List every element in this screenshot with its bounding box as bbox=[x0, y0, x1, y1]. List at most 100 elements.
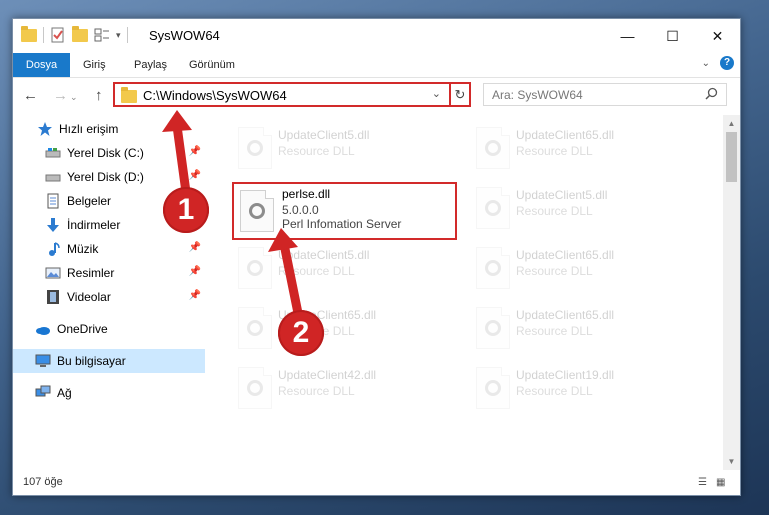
list-item[interactable]: UpdateClient5.dll Resource DLL bbox=[466, 181, 696, 231]
file-type: Resource DLL bbox=[516, 324, 593, 338]
pin-icon: 📌 bbox=[188, 290, 201, 301]
search-input[interactable]: Ara: SysWOW64 bbox=[483, 83, 727, 106]
sidebar-item-network[interactable]: Ağ bbox=[13, 381, 205, 405]
sidebar-item-disk-d[interactable]: Yerel Disk (D:) 📌 bbox=[13, 165, 205, 189]
toolbar-divider bbox=[126, 27, 128, 43]
list-item[interactable]: UpdateClient19.dll Resource DLL bbox=[466, 361, 696, 411]
dll-file-icon bbox=[238, 127, 272, 169]
cloud-icon bbox=[35, 321, 51, 337]
dll-file-icon bbox=[240, 190, 274, 232]
vertical-scrollbar[interactable]: ▲ ▼ bbox=[723, 115, 740, 470]
forward-icon[interactable]: → bbox=[53, 87, 68, 104]
file-name: UpdateClient19.dll bbox=[516, 368, 615, 382]
minimize-button[interactable]: — bbox=[605, 19, 650, 53]
file-type: Resource DLL bbox=[278, 144, 355, 158]
highlighted-file[interactable]: perlse.dll 5.0.0.0 Perl Infomation Serve… bbox=[232, 182, 457, 240]
file-name: UpdateClient65.dll bbox=[516, 128, 615, 142]
file-type: Resource DLL bbox=[516, 384, 593, 398]
sidebar-item-label: Resimler bbox=[67, 266, 115, 280]
folder-icon bbox=[121, 87, 137, 103]
computer-icon bbox=[35, 353, 51, 369]
videos-icon bbox=[45, 289, 61, 305]
list-item[interactable]: UpdateClient5.dll Resource DLL bbox=[228, 241, 458, 291]
up-icon[interactable]: ↑ bbox=[95, 87, 103, 104]
file-type: Resource DLL bbox=[516, 204, 593, 218]
explorer-window: ▾ SysWOW64 — ☐ ✕ Dosya Giriş Paylaş Görü… bbox=[12, 18, 741, 496]
maximize-button[interactable]: ☐ bbox=[650, 19, 695, 53]
new-folder-icon[interactable] bbox=[72, 26, 88, 43]
address-dropdown-icon[interactable]: ⌄ bbox=[432, 87, 441, 100]
item-count: 107 öğe bbox=[23, 476, 63, 488]
list-item[interactable]: UpdateClient65.dll Resource DLL bbox=[228, 301, 458, 351]
list-item[interactable]: UpdateClient65.dll Resource DLL bbox=[466, 121, 696, 171]
close-button[interactable]: ✕ bbox=[695, 19, 740, 53]
scroll-down-icon[interactable]: ▼ bbox=[723, 453, 740, 470]
quick-access-toolbar: ▾ bbox=[21, 26, 128, 43]
navigation-bar: ← → ⌄ ↑ C:\Windows\SysWOW64 ⌄ ↻ Ara: Sys… bbox=[13, 78, 740, 114]
tab-share[interactable]: Paylaş bbox=[134, 53, 167, 77]
sidebar-item-disk-c[interactable]: Yerel Disk (C:) 📌 bbox=[13, 141, 205, 165]
sidebar-item-onedrive[interactable]: OneDrive bbox=[13, 317, 205, 341]
file-name: perlse.dll bbox=[282, 187, 331, 201]
dll-file-icon bbox=[238, 367, 272, 409]
dll-file-icon bbox=[238, 247, 272, 289]
tiles-view-icon[interactable]: ▦ bbox=[716, 477, 728, 488]
list-item[interactable]: UpdateClient42.dll Resource DLL bbox=[228, 361, 458, 411]
sidebar-item-label: Ağ bbox=[57, 386, 72, 400]
sidebar-item-videos[interactable]: Videolar 📌 bbox=[13, 285, 205, 309]
status-bar: 107 öğe ☰ ▦ bbox=[13, 471, 740, 495]
list-item[interactable]: UpdateClient5.dll Resource DLL bbox=[228, 121, 458, 171]
tab-file[interactable]: Dosya bbox=[13, 53, 70, 77]
download-icon bbox=[45, 217, 61, 233]
drive-icon bbox=[45, 145, 61, 161]
back-icon[interactable]: ← bbox=[23, 87, 38, 104]
sidebar-item-label: İndirmeler bbox=[67, 218, 121, 232]
recent-locations-icon[interactable]: ⌄ bbox=[70, 92, 78, 103]
sidebar-item-music[interactable]: Müzik 📌 bbox=[13, 237, 205, 261]
dll-file-icon bbox=[476, 247, 510, 289]
pictures-icon bbox=[45, 265, 61, 281]
file-name: UpdateClient5.dll bbox=[278, 128, 370, 142]
sidebar-item-this-pc[interactable]: Bu bilgisayar bbox=[13, 349, 205, 373]
sidebar-item-quick-access[interactable]: Hızlı erişim bbox=[13, 117, 205, 141]
address-path[interactable]: C:\Windows\SysWOW64 bbox=[143, 88, 287, 103]
properties-icon[interactable] bbox=[50, 27, 66, 43]
address-bar[interactable]: C:\Windows\SysWOW64 ⌄ bbox=[113, 82, 451, 107]
tab-view[interactable]: Görünüm bbox=[189, 53, 235, 77]
pin-icon: 📌 bbox=[188, 266, 201, 277]
sidebar-item-label: Hızlı erişim bbox=[59, 122, 119, 136]
ribbon-right: ⌄ ? bbox=[702, 56, 734, 70]
file-name: UpdateClient65.dll bbox=[516, 248, 615, 262]
scroll-thumb[interactable] bbox=[726, 132, 737, 182]
file-name: UpdateClient65.dll bbox=[516, 308, 615, 322]
details-view-icon[interactable]: ☰ bbox=[698, 477, 710, 488]
scroll-up-icon[interactable]: ▲ bbox=[723, 115, 740, 132]
list-item[interactable]: UpdateClient65.dll Resource DLL bbox=[466, 241, 696, 291]
folder-icon bbox=[21, 26, 37, 43]
sidebar-item-pictures[interactable]: Resimler 📌 bbox=[13, 261, 205, 285]
drive-icon bbox=[45, 169, 61, 185]
expand-ribbon-icon[interactable]: ⌄ bbox=[702, 58, 710, 69]
view-options-icon[interactable] bbox=[94, 27, 110, 43]
file-version: 5.0.0.0 bbox=[282, 203, 319, 217]
step-2-badge: 2 bbox=[278, 310, 324, 356]
star-icon bbox=[37, 121, 53, 137]
file-name: UpdateClient5.dll bbox=[278, 248, 370, 262]
tab-home[interactable]: Giriş bbox=[83, 53, 106, 77]
list-item[interactable]: UpdateClient65.dll Resource DLL bbox=[466, 301, 696, 351]
refresh-icon[interactable]: ↻ bbox=[451, 82, 471, 107]
search-icon[interactable] bbox=[705, 87, 718, 103]
file-type: Resource DLL bbox=[278, 384, 355, 398]
file-list: UpdateClient5.dll Resource DLL UpdateCli… bbox=[218, 115, 723, 470]
pin-icon: 📌 bbox=[188, 146, 201, 157]
window-controls: — ☐ ✕ bbox=[605, 19, 740, 53]
navigation-pane: Hızlı erişim Yerel Disk (C:) 📌 Yerel Dis… bbox=[13, 115, 205, 470]
help-icon[interactable]: ? bbox=[720, 56, 734, 70]
dll-file-icon bbox=[476, 187, 510, 229]
qat-dropdown-icon[interactable]: ▾ bbox=[116, 30, 121, 41]
sidebar-item-label: OneDrive bbox=[57, 322, 108, 336]
dll-file-icon bbox=[476, 127, 510, 169]
file-type: Resource DLL bbox=[516, 144, 593, 158]
sidebar-item-label: Müzik bbox=[67, 242, 99, 256]
file-type: Resource DLL bbox=[516, 264, 593, 278]
